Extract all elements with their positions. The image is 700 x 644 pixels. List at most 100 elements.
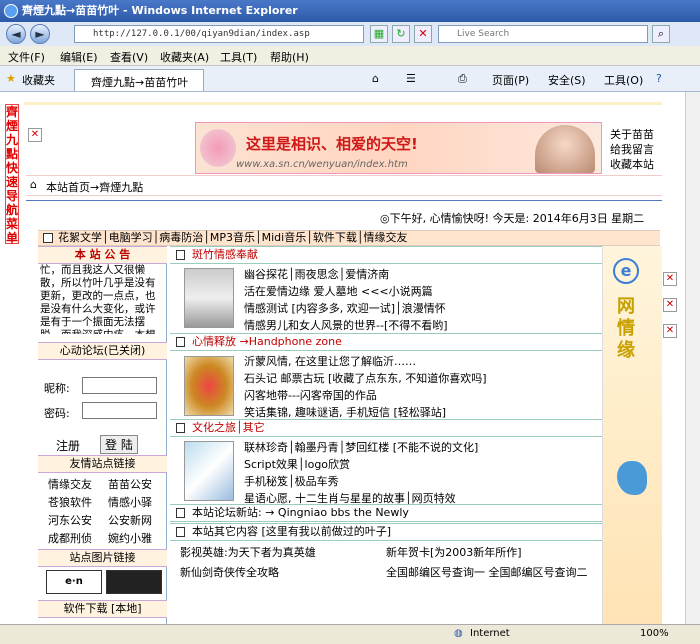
ie-icon [4, 4, 18, 18]
content-link[interactable]: 新年贺卡[为2003新年所作] [386, 544, 522, 560]
thumbnail-image [184, 268, 234, 328]
navigation-bar: ◄ ► http://127.0.0.1/00/qiyan9dian/index… [0, 22, 700, 46]
menu-help[interactable]: 帮助(H) [270, 49, 309, 65]
content-link[interactable]: 新仙剑奇侠传全攻略 [180, 564, 279, 580]
other-content-header: 本站其它内容 [这里有我以前做过的叶子] [170, 523, 602, 541]
search-input[interactable]: Live Search [438, 25, 648, 43]
close-icon[interactable]: ✕ [663, 298, 677, 312]
star-icon[interactable]: ★ [6, 72, 16, 85]
section-header: 心情释放 →Handphone zone [170, 333, 602, 351]
section-header: 斑竹情感奉献 [170, 246, 602, 264]
right-sidebar: e 网情缘 [602, 246, 662, 624]
butterfly-icon [617, 461, 647, 495]
content-link[interactable]: 石头记 邮票古玩 [收藏了点东东, 不知道你喜欢吗] [244, 370, 600, 386]
feeds-icon[interactable]: ☰ [406, 72, 416, 85]
vertical-title: 网情缘 [617, 296, 635, 361]
flower-icon [200, 129, 236, 167]
menu-edit[interactable]: 编辑(E) [60, 49, 98, 65]
address-text: http://127.0.0.1/00/qiyan9dian/index.asp [93, 29, 310, 39]
site-logo-link[interactable] [106, 570, 162, 594]
software-title: 软件下载 [本地] [38, 600, 167, 618]
category-bar: 花絮文学│电脑学习│病毒防治│MP3音乐│Midi音乐│软件下载│情缘交友 [38, 230, 660, 246]
forum-new-row[interactable]: 本站论坛新站: → Qingniao bbs the Newly [170, 504, 602, 522]
ie-logo-icon: e [613, 258, 639, 284]
banner-ad[interactable]: 这里是相识、相爱的天空! www.xa.sn.cn/wenyuan/index.… [195, 122, 602, 174]
banner-portrait [535, 125, 595, 173]
content-link[interactable]: 沂蒙风情, 在这里让您了解临沂…… [244, 353, 600, 369]
page-menu[interactable]: 页面(P) [492, 72, 529, 88]
close-icon[interactable]: ✕ [663, 272, 677, 286]
content-link[interactable]: 影视英雄:为天下者为真英雄 [180, 544, 316, 560]
help-icon[interactable]: ? [656, 72, 662, 85]
forward-button[interactable]: ► [30, 24, 50, 44]
content-link[interactable]: 联林珍奇│翰墨丹青│梦回红楼 [不能不说的文化] [244, 439, 600, 455]
link-message[interactable]: 给我留言 [610, 141, 654, 157]
menu-tools[interactable]: 工具(T) [220, 49, 257, 65]
stop-icon[interactable]: ✕ [414, 25, 432, 43]
address-bar[interactable]: http://127.0.0.1/00/qiyan9dian/index.asp [74, 25, 364, 43]
register-link[interactable]: 注册 [56, 437, 80, 454]
favorites-button[interactable]: 收藏夹 [22, 72, 55, 88]
favorites-bar: ★ 收藏夹 齊煙九點→苗苗竹叶 ⌂ ☰ ⎙ 页面(P) 安全(S) 工具(O) … [0, 66, 700, 92]
login-button[interactable]: 登 陆 [100, 435, 138, 454]
home-icon[interactable]: ⌂ [372, 72, 379, 85]
nickname-input[interactable] [82, 377, 157, 394]
compat-view-icon[interactable]: ▦ [370, 25, 388, 43]
breadcrumb[interactable]: 本站首页→齊煙九點 [46, 179, 143, 195]
link-about[interactable]: 关于苗苗 [610, 126, 654, 142]
banner-url: www.xa.sn.cn/wenyuan/index.htm [236, 159, 408, 170]
notice-text: 忙，而且我这人又很懒散，所以竹叶几乎是没有更新，更改的一点点，也是没有什么大变化… [40, 264, 156, 334]
menu-bar: 文件(F) 编辑(E) 查看(V) 收藏夹(A) 工具(T) 帮助(H) [0, 46, 700, 66]
content-link[interactable]: 情感男儿和女人风景的世界--[不得不看哟] [244, 317, 600, 333]
search-placeholder: Live Search [457, 29, 510, 39]
friends-title: 友情站点链接 [38, 455, 167, 473]
menu-view[interactable]: 查看(V) [110, 49, 148, 65]
site-logo-link[interactable]: e·n [46, 570, 102, 594]
main-content: 斑竹情感奉献 幽谷探花│雨夜思念│爱情济南 活在爱情边缘 爱人墓地 <<<小说两… [170, 246, 602, 624]
link-bookmark[interactable]: 收藏本站 [610, 156, 654, 172]
search-icon[interactable]: ⌕ [652, 25, 670, 43]
divider [26, 175, 662, 176]
tab-label: 齊煙九點→苗苗竹叶 [91, 76, 189, 89]
close-icon[interactable]: ✕ [663, 324, 677, 338]
back-button[interactable]: ◄ [6, 24, 26, 44]
menu-favorites[interactable]: 收藏夹(A) [160, 49, 209, 65]
broken-image-icon: ✕ [28, 128, 42, 142]
top-divider [24, 102, 662, 105]
divider [26, 195, 662, 196]
square-icon [43, 233, 53, 243]
divider-blue [26, 200, 662, 201]
content-link[interactable]: 手机秘笈│极品车秀 [244, 473, 600, 489]
notice-title: 本 站 公 告 [38, 246, 167, 264]
content-link[interactable]: 笑话集锦, 趣味谜语, 手机短信 [轻松驿站] [244, 404, 600, 420]
vertical-scrollbar[interactable] [685, 92, 700, 624]
zone-label: Internet [470, 628, 510, 639]
tools-menu[interactable]: 工具(O) [604, 72, 643, 88]
content-link[interactable]: 情感测试 [内容多多, 欢迎一试]│浪漫情怀 [244, 300, 600, 316]
browser-tab[interactable]: 齊煙九點→苗苗竹叶 [74, 69, 204, 91]
home-icon: ⌂ [30, 178, 37, 191]
welcome-date: ◎下午好, 心情愉快呀! 今天是: 2014年6月3日 星期二 [380, 212, 645, 225]
thumbnail-image [184, 441, 234, 501]
window-title: 齊煙九點→苗苗竹叶 - Windows Internet Explorer [22, 4, 298, 17]
category-links[interactable]: 花絮文学│电脑学习│病毒防治│MP3音乐│Midi音乐│软件下载│情缘交友 [58, 231, 407, 244]
print-icon[interactable]: ⎙ [458, 72, 467, 86]
left-sidebar: 本 站 公 告 忙，而且我这人又很懒散，所以竹叶几乎是没有更新，更改的一点点，也… [38, 246, 167, 624]
refresh-icon[interactable]: ↻ [392, 25, 410, 43]
content-link[interactable]: 幽谷探花│雨夜思念│爱情济南 [244, 266, 600, 282]
menu-file[interactable]: 文件(F) [8, 49, 45, 65]
side-nav-menu[interactable]: 齊煙九點快速导航菜单 [5, 104, 19, 245]
window-title-bar: 齊煙九點→苗苗竹叶 - Windows Internet Explorer [0, 0, 700, 22]
status-bar: ◍ Internet 100% [0, 624, 700, 644]
globe-icon: ◍ [454, 628, 463, 639]
thumbnail-image [184, 356, 234, 416]
content-link[interactable]: 活在爱情边缘 爱人墓地 <<<小说两篇 [244, 283, 600, 299]
safety-menu[interactable]: 安全(S) [548, 72, 586, 88]
content-link[interactable]: 全国邮编区号查询一 全国邮编区号查询二 [386, 564, 588, 580]
content-link[interactable]: Script效果│logo欣赏 [244, 456, 600, 472]
password-input[interactable] [82, 402, 157, 419]
zoom-level[interactable]: 100% [640, 628, 669, 639]
forum-title: 心动论坛(已关闭) [38, 342, 167, 360]
section-header: 文化之旅│其它 [170, 419, 602, 437]
content-link[interactable]: 闪客地带---闪客帝国的作品 [244, 387, 600, 403]
